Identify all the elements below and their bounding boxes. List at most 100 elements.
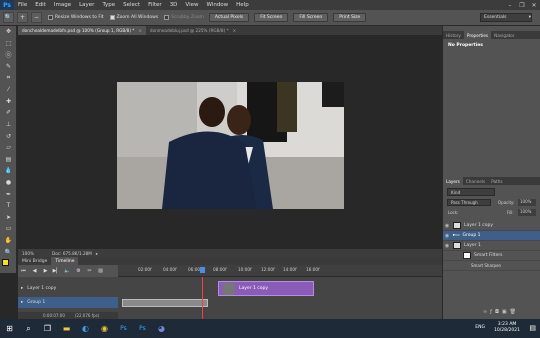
language-indicator[interactable]: ENG: [475, 325, 485, 330]
first-frame-icon[interactable]: ⏮: [18, 265, 29, 277]
menu-select[interactable]: Select: [119, 2, 144, 8]
track-group-1[interactable]: ▸ Group 1: [18, 297, 118, 308]
zoom-level[interactable]: 100%: [22, 251, 34, 256]
playhead-marker[interactable]: [200, 267, 205, 273]
zoom-in-icon[interactable]: +: [17, 12, 28, 23]
photoshop-icon[interactable]: Ps: [114, 319, 133, 338]
layer-row[interactable]: ◉ Layer 1: [443, 241, 540, 251]
color-swatches[interactable]: [0, 258, 17, 270]
zoom-tool-icon[interactable]: 🔍: [3, 12, 14, 23]
restore-button[interactable]: ❐: [516, 0, 528, 10]
layer-row[interactable]: ◉ Layer 1 copy: [443, 221, 540, 231]
foreground-color-swatch[interactable]: [2, 258, 9, 266]
workspace-select[interactable]: Essentials ▾: [480, 13, 532, 22]
print-size-button[interactable]: Print Size: [333, 13, 367, 22]
tab-mini-bridge[interactable]: Mini Bridge: [18, 257, 51, 265]
layer-row[interactable]: ◉ ▸▭ Group 1: [443, 231, 540, 241]
zoom-tool-icon[interactable]: 🔍: [0, 246, 17, 258]
dodge-tool-icon[interactable]: ●: [0, 177, 17, 189]
tab-paths[interactable]: Paths: [488, 177, 505, 185]
menu-layer[interactable]: Layer: [75, 2, 98, 8]
layer-filter-select[interactable]: Kind: [447, 188, 495, 196]
close-button[interactable]: ✕: [528, 0, 540, 10]
group-clip[interactable]: [122, 299, 208, 307]
crop-tool-icon[interactable]: ⌗: [0, 72, 17, 84]
new-layer-icon[interactable]: ▣: [502, 309, 510, 315]
transition-icon[interactable]: ▨: [95, 265, 106, 277]
move-tool-icon[interactable]: ✥: [0, 26, 17, 38]
actual-pixels-button[interactable]: Actual Pixels: [208, 13, 250, 22]
search-icon[interactable]: ⌕: [19, 319, 38, 338]
discord-icon[interactable]: ◕: [152, 319, 171, 338]
healing-brush-tool-icon[interactable]: ✚: [0, 96, 17, 108]
hand-tool-icon[interactable]: ✋: [0, 235, 17, 247]
chevron-right-icon[interactable]: ▸: [96, 251, 98, 256]
menu-file[interactable]: File: [14, 2, 31, 8]
shape-tool-icon[interactable]: ▭: [0, 223, 17, 235]
resize-windows-checkbox[interactable]: [48, 15, 53, 20]
next-frame-icon[interactable]: ▶▏: [51, 265, 62, 277]
canvas-area[interactable]: [18, 35, 442, 249]
history-brush-tool-icon[interactable]: ↺: [0, 130, 17, 142]
track-layer-1-copy[interactable]: ▸ Layer 1 copy: [18, 283, 118, 294]
menu-window[interactable]: Window: [202, 2, 232, 8]
pen-tool-icon[interactable]: ✒: [0, 188, 17, 200]
marquee-tool-icon[interactable]: ⬚: [0, 38, 17, 50]
split-icon[interactable]: ✂: [84, 265, 95, 277]
audio-icon[interactable]: 🔈: [62, 265, 73, 277]
trash-icon[interactable]: 🗑: [510, 309, 519, 315]
layer-row[interactable]: Smart Sharpen: [443, 261, 540, 271]
edge-icon[interactable]: ◐: [76, 319, 95, 338]
menu-help[interactable]: Help: [232, 2, 253, 8]
opacity-input[interactable]: 100%: [518, 199, 536, 206]
menu-type[interactable]: Type: [98, 2, 119, 8]
menu-image[interactable]: Image: [50, 2, 75, 8]
tab-history[interactable]: History: [443, 31, 464, 39]
blend-mode-select[interactable]: Pass Through: [447, 199, 491, 206]
menu-edit[interactable]: Edit: [31, 2, 50, 8]
close-icon[interactable]: ×: [138, 28, 142, 33]
document-tab[interactable]: donmeadebluj.psd @ 225% (RGB/8) * ×: [146, 26, 240, 35]
zoom-out-icon[interactable]: −: [31, 12, 42, 23]
quick-select-tool-icon[interactable]: ✎: [0, 61, 17, 73]
chevron-right-icon[interactable]: ▸: [21, 300, 23, 305]
visibility-icon[interactable]: ◉: [443, 233, 451, 239]
brush-tool-icon[interactable]: ✐: [0, 107, 17, 119]
photoshop-icon[interactable]: Ps: [133, 319, 152, 338]
path-select-tool-icon[interactable]: ➤: [0, 212, 17, 224]
mask-icon[interactable]: ◘: [495, 309, 502, 315]
tab-timeline[interactable]: Timeline: [51, 257, 79, 265]
close-icon[interactable]: ×: [233, 28, 237, 33]
play-icon[interactable]: ▶: [40, 265, 51, 277]
prev-frame-icon[interactable]: ◀: [29, 265, 40, 277]
layer-row[interactable]: Smart Filters: [443, 251, 540, 261]
notification-icon[interactable]: ▤: [529, 324, 536, 332]
tab-channels[interactable]: Channels: [463, 177, 488, 185]
visibility-icon[interactable]: ◉: [443, 223, 451, 229]
task-view-icon[interactable]: ❒: [38, 319, 57, 338]
settings-icon[interactable]: ⚙: [73, 265, 84, 277]
tab-properties[interactable]: Properties: [463, 31, 492, 39]
document-tab[interactable]: donchealdemadelbfn.psd @ 100% (Group 1, …: [18, 26, 146, 35]
document-image[interactable]: [117, 82, 344, 209]
menu-filter[interactable]: Filter: [144, 2, 166, 8]
clone-stamp-tool-icon[interactable]: ⊥: [0, 119, 17, 131]
eyedropper-tool-icon[interactable]: ⁄: [0, 84, 17, 96]
fill-screen-button[interactable]: Fill Screen: [293, 13, 329, 22]
minimize-button[interactable]: –: [504, 0, 516, 10]
chevron-right-icon[interactable]: ▸: [21, 286, 23, 291]
type-tool-icon[interactable]: T: [0, 200, 17, 212]
lasso-tool-icon[interactable]: ⓞ: [0, 49, 17, 61]
tab-layers[interactable]: Layers: [443, 177, 463, 185]
scrubby-zoom-checkbox[interactable]: [164, 15, 170, 20]
eraser-tool-icon[interactable]: ▱: [0, 142, 17, 154]
fit-screen-button[interactable]: Fit Screen: [254, 13, 289, 22]
fill-input[interactable]: 100%: [518, 209, 536, 216]
visibility-icon[interactable]: ◉: [443, 243, 451, 249]
blur-tool-icon[interactable]: 💧: [0, 165, 17, 177]
zoom-all-checkbox[interactable]: [109, 15, 115, 20]
chrome-icon[interactable]: ◉: [95, 319, 114, 338]
gradient-tool-icon[interactable]: ▤: [0, 154, 17, 166]
timeline-ruler[interactable]: 02:00f 04:00f 06:00f 08:00f 10:00f 12:00…: [118, 265, 442, 277]
windows-icon[interactable]: ⊞: [0, 319, 19, 338]
